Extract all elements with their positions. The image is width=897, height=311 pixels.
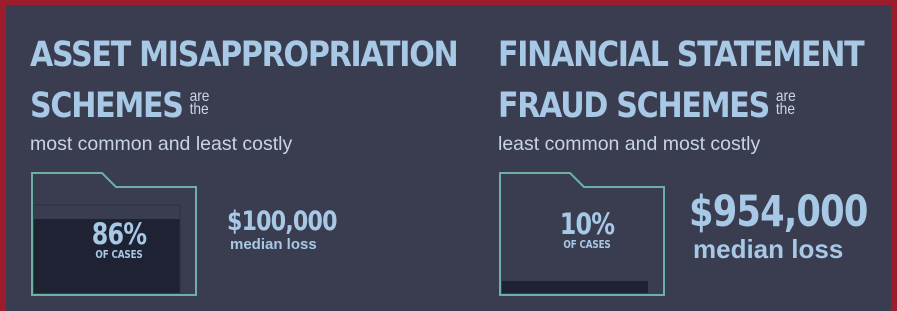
right-folder-fill bbox=[502, 281, 648, 293]
right-subtitle: least common and most costly bbox=[498, 133, 761, 155]
left-title-line2: SCHEMES are the bbox=[30, 87, 209, 125]
right-the-text: the bbox=[775, 101, 795, 118]
left-percent: 86% bbox=[91, 217, 147, 251]
left-amount-caption: median loss bbox=[230, 236, 317, 253]
right-are-the: are the bbox=[775, 89, 796, 118]
right-amount: $954,000 bbox=[689, 187, 868, 237]
left-loss-block: $100,000 median loss bbox=[227, 207, 361, 253]
right-amount-caption: median loss bbox=[693, 234, 844, 264]
right-title-line2: FRAUD SCHEMES are the bbox=[498, 87, 796, 125]
right-title-word: FRAUD SCHEMES bbox=[498, 86, 770, 126]
left-the-text: the bbox=[189, 101, 209, 118]
right-title-line1: FINANCIAL STATEMENT bbox=[498, 35, 865, 75]
right-percent: 10% bbox=[559, 207, 615, 241]
right-percent-block: 10% OF CASES bbox=[542, 209, 632, 251]
left-amount: $100,000 bbox=[227, 206, 338, 237]
infographic-panel: ASSET MISAPPROPRIATION SCHEMES are the mos… bbox=[6, 5, 891, 311]
left-are-the: are the bbox=[189, 89, 210, 118]
left-percent-block: 86% OF CASES bbox=[74, 219, 164, 261]
left-percent-caption: OF CASES bbox=[95, 248, 143, 261]
right-loss-block: $954,000 median loss bbox=[689, 189, 897, 263]
left-title-word: SCHEMES bbox=[30, 86, 184, 126]
left-title-line1: ASSET MISAPPROPRIATION bbox=[30, 35, 459, 75]
left-subtitle: most common and least costly bbox=[30, 133, 293, 155]
right-percent-caption: OF CASES bbox=[563, 238, 611, 251]
